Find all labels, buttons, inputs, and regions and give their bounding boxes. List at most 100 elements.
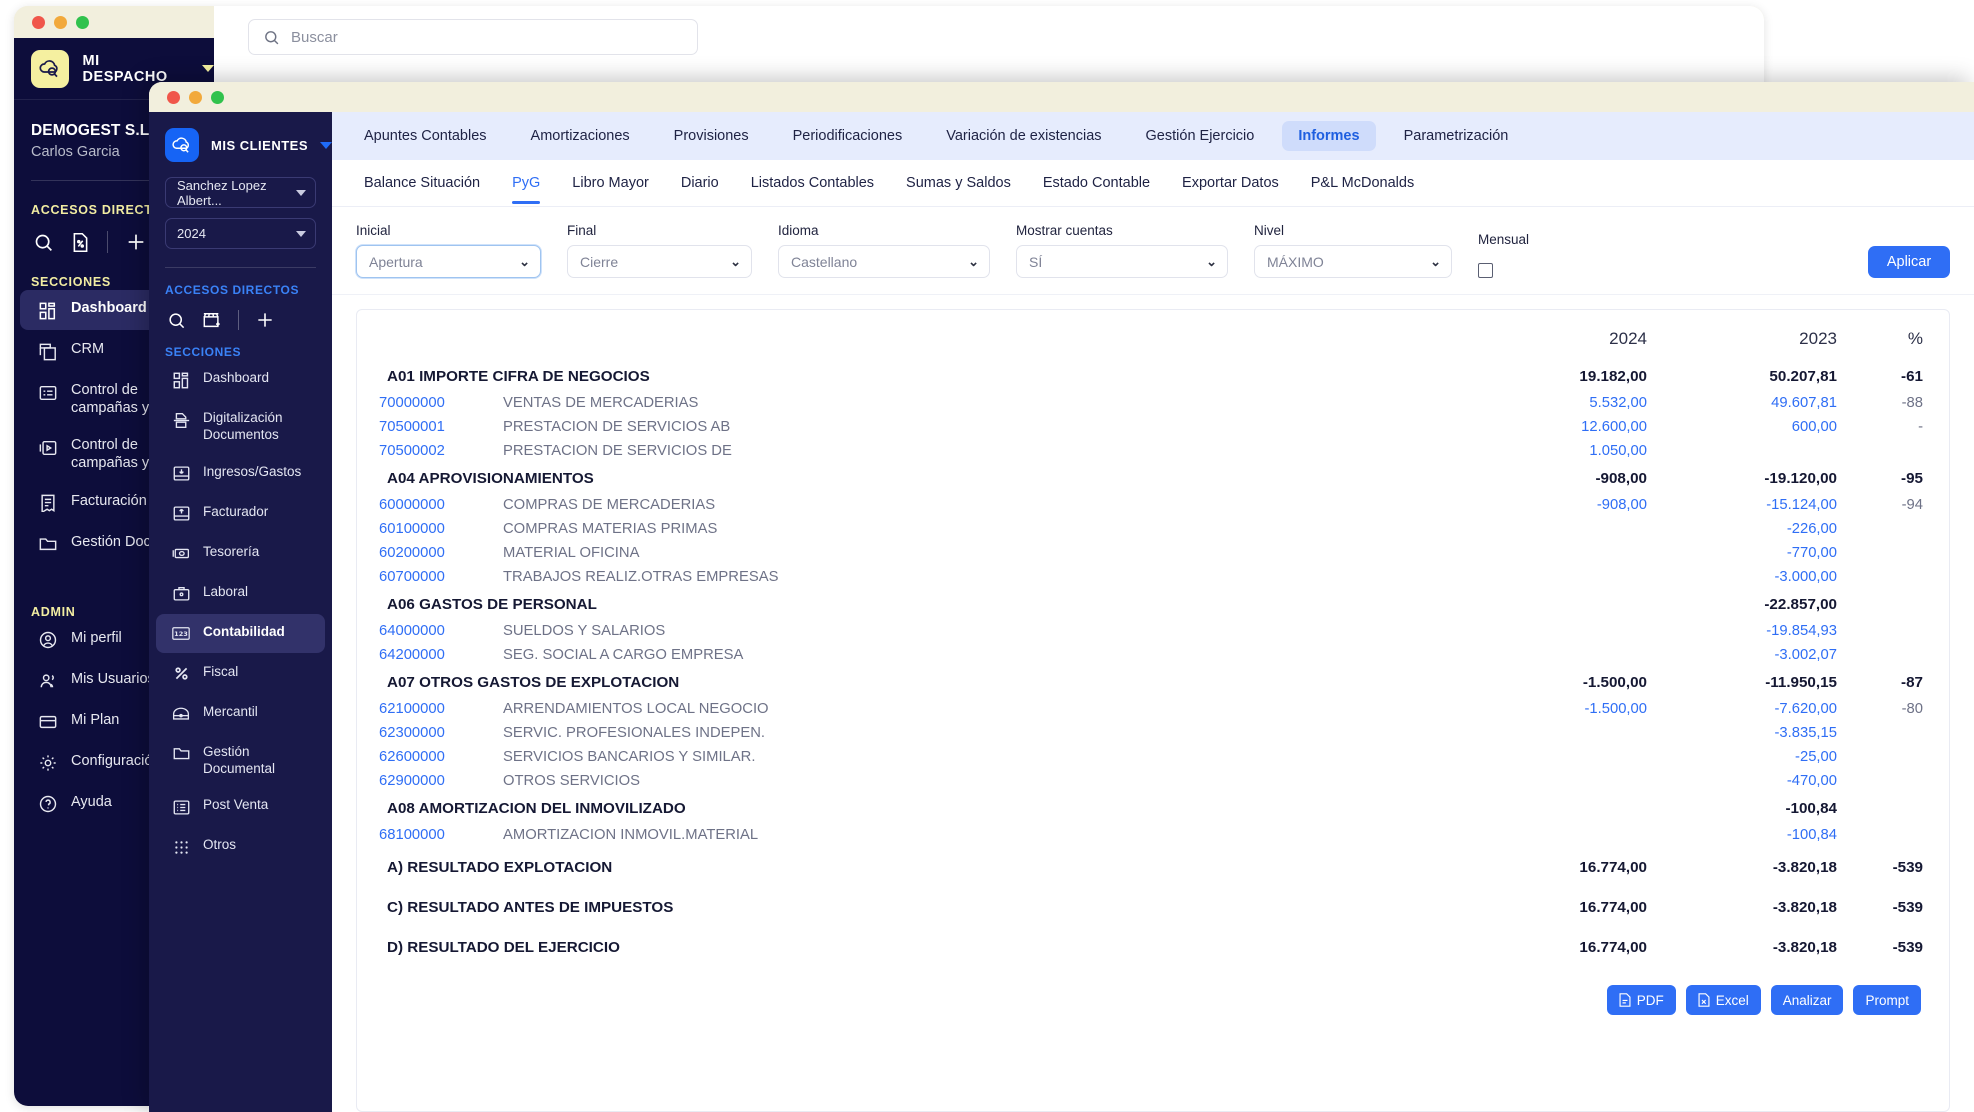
front-sidebar-item-dashboard[interactable]: Dashboard [156, 360, 325, 399]
search-icon[interactable] [33, 232, 54, 253]
row-account-code[interactable]: 62300000 [379, 721, 503, 745]
mensual-checkbox[interactable] [1478, 263, 1493, 278]
row-account-code[interactable]: 62100000 [379, 697, 503, 721]
front-sidebar-item-contabilidad[interactable]: 123 Contabilidad [156, 613, 325, 653]
search-input[interactable]: Buscar [248, 19, 698, 55]
table-row[interactable]: 62100000 ARRENDAMIENTOS LOCAL NEGOCIO -1.5… [379, 697, 1923, 721]
sub-navigation-tabs: Balance Situación PyG Libro Mayor Diario… [332, 160, 1974, 207]
table-row[interactable]: 60100000 COMPRAS MATERIAS PRIMAS -226,00 [379, 517, 1923, 541]
table-row[interactable]: 62300000 SERVIC. PROFESIONALES INDEPEN. -3… [379, 721, 1923, 745]
subtab-estado-contable[interactable]: Estado Contable [1027, 163, 1166, 204]
close-window-button[interactable] [32, 15, 45, 29]
table-row[interactable]: 64200000 SEG. SOCIAL A CARGO EMPRESA -3.00… [379, 643, 1923, 667]
front-sidebar-item-facturador[interactable]: Facturador [156, 494, 325, 533]
chevron-down-icon[interactable] [320, 141, 332, 149]
table-row[interactable]: A) RESULTADO EXPLOTACION 16.774,00 -3.820,… [379, 847, 1923, 887]
nivel-select[interactable]: MÁXIMO ⌄ [1254, 245, 1452, 278]
row-account-code[interactable]: 64000000 [379, 619, 503, 643]
minimize-window-button[interactable] [189, 90, 202, 104]
row-percent: -539 [1892, 939, 1923, 956]
front-sidebar-item-post-venta[interactable]: Post Venta [156, 787, 325, 826]
subtab-balance-situacion[interactable]: Balance Situación [348, 163, 496, 204]
front-brand-row[interactable]: MIS CLIENTES [149, 112, 332, 162]
subtab-pl-mcdonalds[interactable]: P&L McDonalds [1295, 163, 1430, 204]
row-account-code[interactable]: 62900000 [379, 769, 503, 793]
table-row[interactable]: 60000000 COMPRAS DE MERCADERIAS -908,00 -15… [379, 493, 1923, 517]
front-sidebar-item-fiscal[interactable]: Fiscal [156, 654, 325, 693]
plus-icon[interactable] [255, 310, 275, 330]
front-sidebar-item-gestion-documental[interactable]: Gestión Documental [156, 734, 325, 787]
store-add-icon[interactable] [202, 311, 222, 330]
pdf-button[interactable]: PDF [1606, 985, 1676, 1015]
row-account-code[interactable]: 70500001 [379, 415, 503, 439]
tab-periodificaciones[interactable]: Periodificaciones [777, 121, 919, 151]
table-row[interactable]: A07 OTROS GASTOS DE EXPLOTACION -1.500,00… [379, 667, 1923, 697]
table-row[interactable]: 70500002 PRESTACION DE SERVICIOS DE 1.050,… [379, 439, 1923, 463]
table-row[interactable]: 60700000 TRABAJOS REALIZ.OTRAS EMPRESAS -3… [379, 565, 1923, 589]
table-row[interactable]: 70500001 PRESTACION DE SERVICIOS AB 12.600… [379, 415, 1923, 439]
maximize-window-button[interactable] [211, 90, 224, 104]
subtab-pyg[interactable]: PyG [496, 163, 556, 204]
prompt-button[interactable]: Prompt [1853, 985, 1921, 1015]
row-account-code[interactable]: 70000000 [379, 391, 503, 415]
row-account-code[interactable]: 70500002 [379, 439, 503, 463]
front-sidebar-item-digitalizacion[interactable]: Digitalización Documentos [156, 400, 325, 453]
row-account-code[interactable]: 62600000 [379, 745, 503, 769]
row-account-code[interactable]: 60000000 [379, 493, 503, 517]
table-row[interactable]: 60200000 MATERIAL OFICINA -770,00 [379, 541, 1923, 565]
document-percent-icon[interactable] [71, 232, 90, 253]
table-row[interactable]: 62600000 SERVICIOS BANCARIOS Y SIMILAR. -2… [379, 745, 1923, 769]
subtab-exportar-datos[interactable]: Exportar Datos [1166, 163, 1295, 204]
row-account-code[interactable]: 64200000 [379, 643, 503, 667]
tab-informes[interactable]: Informes [1282, 121, 1376, 151]
tab-apuntes-contables[interactable]: Apuntes Contables [348, 121, 503, 151]
final-select[interactable]: Cierre ⌄ [567, 245, 752, 278]
table-row[interactable]: A01 IMPORTE CIFRA DE NEGOCIOS 19.182,00 50… [379, 361, 1923, 391]
table-row[interactable]: 68100000 AMORTIZACION INMOVIL.MATERIAL -10… [379, 823, 1923, 847]
table-row[interactable]: D) RESULTADO DEL EJERCICIO 16.774,00 -3.82… [379, 927, 1923, 967]
year-select[interactable]: 2024 [165, 218, 316, 249]
row-value-2023: -100,84 [1785, 800, 1837, 817]
client-select[interactable]: Sanchez Lopez Albert... [165, 177, 316, 208]
search-icon[interactable] [167, 311, 186, 330]
front-sidebar-item-otros[interactable]: Otros [156, 827, 325, 866]
analizar-button[interactable]: Analizar [1770, 985, 1844, 1015]
excel-button[interactable]: Excel [1685, 985, 1761, 1015]
minimize-window-button[interactable] [54, 15, 67, 29]
tab-parametrizacion[interactable]: Parametrización [1388, 121, 1525, 151]
inicial-select[interactable]: Apertura ⌄ [356, 245, 541, 278]
front-sidebar-item-mercantil[interactable]: Mercantil [156, 694, 325, 733]
subtab-libro-mayor[interactable]: Libro Mayor [556, 163, 665, 204]
row-account-code[interactable]: 60100000 [379, 517, 503, 541]
front-sidebar-item-laboral[interactable]: Laboral [156, 574, 325, 613]
table-row[interactable]: A06 GASTOS DE PERSONAL -22.857,00 [379, 589, 1923, 619]
table-row[interactable]: A04 APROVISIONAMIENTOS -908,00 -19.120,00 -… [379, 463, 1923, 493]
mostrar-cuentas-select[interactable]: SÍ ⌄ [1016, 245, 1228, 278]
tab-provisiones[interactable]: Provisiones [658, 121, 765, 151]
row-account-code[interactable]: 60700000 [379, 565, 503, 589]
apply-button[interactable]: Aplicar [1868, 246, 1950, 278]
table-row[interactable]: 70000000 VENTAS DE MERCADERIAS 5.532,00 49.… [379, 391, 1923, 415]
chevron-down-icon[interactable] [202, 65, 214, 72]
subtab-sumas-y-saldos[interactable]: Sumas y Saldos [890, 163, 1027, 204]
row-account-code[interactable]: 60200000 [379, 541, 503, 565]
sidebar-item-label: CRM [71, 341, 105, 357]
table-row[interactable]: 62900000 OTROS SERVICIOS -470,00 [379, 769, 1923, 793]
tab-gestion-ejercicio[interactable]: Gestión Ejercicio [1130, 121, 1271, 151]
tab-amortizaciones[interactable]: Amortizaciones [515, 121, 646, 151]
table-row[interactable]: A08 AMORTIZACION DEL INMOVILIZADO -100,84 [379, 793, 1923, 823]
subtab-listados-contables[interactable]: Listados Contables [735, 163, 890, 204]
row-account-code[interactable]: 68100000 [379, 823, 503, 847]
maximize-window-button[interactable] [76, 15, 89, 29]
front-sidebar-item-tesoreria[interactable]: Tesorería [156, 534, 325, 573]
front-shortcuts-title: ACCESOS DIRECTOS [165, 283, 300, 297]
plus-icon[interactable] [125, 231, 147, 253]
tab-variacion-existencias[interactable]: Variación de existencias [930, 121, 1117, 151]
list-box-icon [171, 797, 191, 817]
front-sidebar-item-ingresos-gastos[interactable]: Ingresos/Gastos [156, 454, 325, 493]
subtab-diario[interactable]: Diario [665, 163, 735, 204]
table-row[interactable]: 64000000 SUELDOS Y SALARIOS -19.854,93 [379, 619, 1923, 643]
table-row[interactable]: C) RESULTADO ANTES DE IMPUESTOS 16.774,00… [379, 887, 1923, 927]
idioma-select[interactable]: Castellano ⌄ [778, 245, 990, 278]
close-window-button[interactable] [167, 90, 180, 104]
